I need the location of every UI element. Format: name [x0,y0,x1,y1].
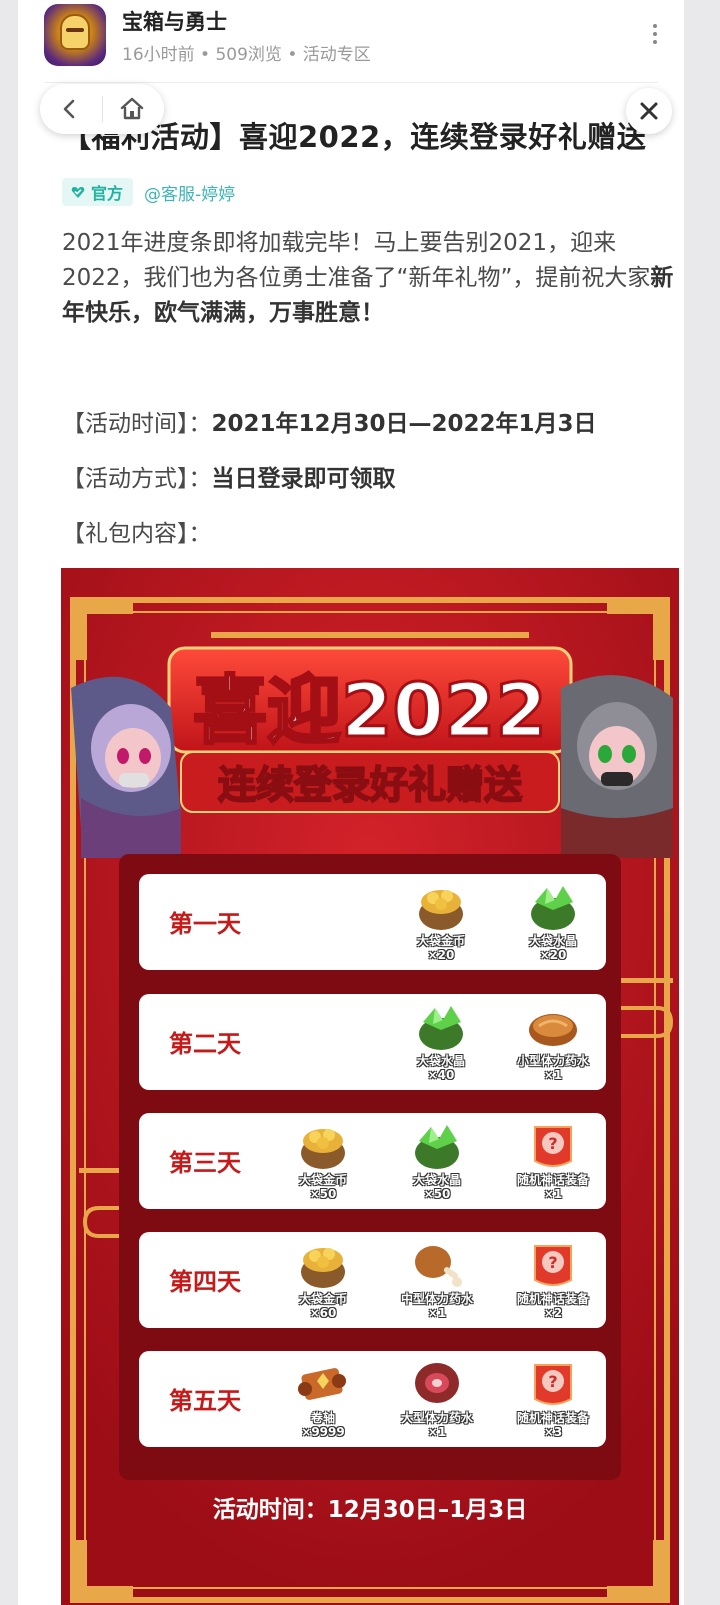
day-label: 第一天 [169,910,241,938]
reward-item-name: 大袋水晶 [412,1173,461,1187]
reward-item: 大袋金币 ×20 [395,880,487,966]
reward-item: 卷轴 ×9999 [277,1357,369,1443]
reward-item-qty: ×1 [427,1306,447,1320]
post-meta: 16小时前 • 509浏览 • 活动专区 [122,45,371,65]
crystal-bag-icon [413,1002,469,1052]
reward-day-card: 第二天 大袋水晶 ×40 小型体力药水 ×1 [139,994,606,1090]
home-icon[interactable] [116,93,148,125]
post-header: 宝箱与勇士 16小时前 • 509浏览 • 活动专区 [18,0,684,84]
reward-item-qty: ×20 [539,948,567,962]
day-label: 第四天 [169,1268,241,1296]
reward-item: ? 随机神话装备 ×2 [507,1238,599,1324]
close-icon [640,102,658,120]
reward-item: 大型体力药水 ×1 [391,1357,483,1443]
floating-nav [40,84,164,134]
reward-item-name: 小型体力药水 [516,1054,589,1068]
day-label: 第五天 [169,1387,241,1415]
reward-item-qty: ×60 [309,1306,337,1320]
banner-footer-time: 活动时间：12月30日–1月3日 [212,1497,528,1523]
knight-helmet-icon [60,14,90,50]
medium-stamina-icon [409,1240,465,1290]
crystal-bag-icon [409,1121,465,1171]
reward-item-qty: ×50 [309,1187,337,1201]
day-label: 第二天 [169,1030,241,1058]
reward-item-qty: ×50 [423,1187,451,1201]
reward-day-card: 第三天 大袋金币 ×50 大袋水晶 ×50? 随机神话装备 ×1 [139,1113,606,1209]
post-intro: 2021年进度条即将加载完毕！马上要告别2021，迎来2022，我们也为各位勇士… [62,226,680,331]
mystery-gear-icon: ? [525,1240,581,1290]
svg-text:?: ? [548,1372,557,1391]
reward-item: 大袋水晶 ×20 [507,880,599,966]
reward-item: 大袋金币 ×60 [277,1238,369,1324]
banner-subheadline: 连续登录好礼赠送 [218,763,522,807]
large-stamina-icon [409,1359,465,1409]
official-badge: 官方 [62,178,134,206]
reward-day-card: 第一天 大袋金币 ×20 大袋水晶 ×20 [139,874,606,970]
svg-text:?: ? [548,1253,557,1272]
mystery-gear-icon: ? [525,1359,581,1409]
reward-item-name: 中型体力药水 [400,1292,473,1306]
gold-bag-icon [413,882,469,932]
app-icon[interactable] [44,4,106,66]
crystal-bag-icon [525,882,581,932]
reward-item-qty: ×1 [427,1425,447,1439]
activity-method-value: 当日登录即可领取 [211,466,396,492]
reward-item: 大袋水晶 ×50 [391,1119,483,1205]
post-page: 宝箱与勇士 16小时前 • 509浏览 • 活动专区 【福利活动】喜迎2022，… [18,0,684,1605]
gold-bag-icon [295,1121,351,1171]
banner-headline: 喜迎2022 [193,668,547,754]
event-banner-image[interactable]: 喜迎2022 连续登录好礼赠送 第一天 大袋金币 ×20 大袋水晶 ×20 第二… [61,568,679,1605]
reward-item-name: 大袋水晶 [416,1054,465,1068]
right-hero-character [561,675,673,858]
gold-bag-icon [295,1240,351,1290]
reward-item: 大袋水晶 ×40 [395,1000,487,1086]
close-button[interactable] [626,88,672,134]
reward-day-card: 第五天 卷轴 ×9999 大型体力药水 ×1? 随机神话装备 ×3 [139,1351,606,1447]
author-link[interactable]: @客服-婷婷 [144,180,235,205]
reward-item-qty: ×9999 [301,1425,345,1439]
intro-text: 2021年进度条即将加载完毕！马上要告别2021，迎来2022，我们也为各位勇士… [62,230,651,291]
activity-method-row: 【活动方式】：当日登录即可领取 [62,459,396,493]
reward-item-name: 随机神话装备 [516,1173,589,1187]
day-label: 第三天 [169,1149,241,1177]
reward-item-name: 随机神话装备 [516,1411,589,1425]
gift-content-label: 【礼包内容】： [62,521,212,547]
activity-time-value: 2021年12月30日—2022年1月3日 [211,411,597,437]
reward-item-qty: ×1 [543,1068,563,1082]
svg-text:?: ? [548,1134,557,1153]
small-stamina-icon [525,1002,581,1052]
reward-item-qty: ×40 [427,1068,455,1082]
reward-item: 中型体力药水 ×1 [391,1238,483,1324]
activity-method-label: 【活动方式】： [62,466,212,492]
activity-time-label: 【活动时间】： [62,411,212,437]
reward-item-qty: ×1 [543,1187,563,1201]
reward-item-name: 大袋金币 [298,1173,347,1187]
reward-item-qty: ×20 [427,948,455,962]
reward-item: ? 随机神话装备 ×1 [507,1119,599,1205]
app-name[interactable]: 宝箱与勇士 [122,6,227,36]
back-arrow-icon[interactable] [54,93,86,125]
nav-divider [102,96,103,122]
left-hero-character [71,676,181,858]
reward-day-card: 第四天 大袋金币 ×60 中型体力药水 ×1? 随机神话装备 ×2 [139,1232,606,1328]
activity-time-row: 【活动时间】：2021年12月30日—2022年1月3日 [62,404,597,438]
mystery-gear-icon: ? [525,1121,581,1171]
official-badge-label: 官方 [91,184,124,203]
reward-item-name: 大袋水晶 [528,934,577,948]
more-options-icon[interactable] [650,24,660,44]
reward-item-name: 随机神话装备 [516,1292,589,1306]
reward-item-qty: ×3 [543,1425,563,1439]
reward-item-qty: ×2 [543,1306,563,1320]
scroll-icon [295,1359,351,1409]
reward-item-name: 大袋金币 [416,934,465,948]
reward-item-name: 大袋金币 [298,1292,347,1306]
reward-item-name: 大型体力药水 [400,1411,473,1425]
reward-item: ? 随机神话装备 ×3 [507,1357,599,1443]
gift-content-row: 【礼包内容】： [62,514,212,548]
reward-item-name: 卷轴 [310,1411,335,1425]
reward-item: 小型体力药水 ×1 [507,1000,599,1086]
official-heart-icon [71,187,85,198]
header-divider [44,82,658,83]
reward-item: 大袋金币 ×50 [277,1119,369,1205]
